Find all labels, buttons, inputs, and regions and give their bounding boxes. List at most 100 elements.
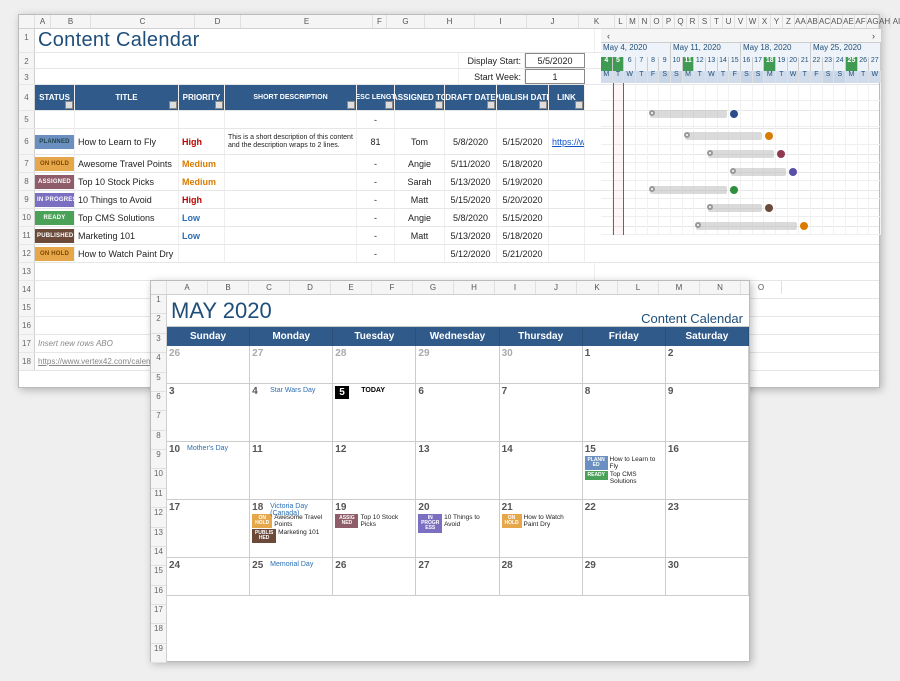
- cell-title[interactable]: Awesome Travel Points: [75, 155, 179, 172]
- col-header-assigned-to[interactable]: ASSIGNED TO: [395, 85, 445, 110]
- cell-title[interactable]: Marketing 101: [75, 227, 179, 244]
- cell-description[interactable]: [225, 245, 357, 262]
- calendar-day[interactable]: 13: [416, 442, 499, 500]
- calendar-day[interactable]: 22: [583, 500, 666, 558]
- calendar-day[interactable]: 5TODAY: [333, 384, 416, 442]
- cell-assigned[interactable]: Angie: [395, 155, 445, 172]
- cell-draft-date[interactable]: 5/15/2020: [445, 191, 497, 208]
- calendar-day[interactable]: 16: [666, 442, 749, 500]
- cell-publish-date[interactable]: 5/18/2020: [497, 155, 549, 172]
- calendar-day[interactable]: 27: [250, 346, 333, 384]
- calendar-day[interactable]: 2: [666, 346, 749, 384]
- cell-assigned[interactable]: Matt: [395, 191, 445, 208]
- calendar-day[interactable]: 29: [416, 346, 499, 384]
- calendar-day[interactable]: 7: [500, 384, 583, 442]
- cell-draft-date[interactable]: 5/8/2020: [445, 129, 497, 154]
- calendar-day[interactable]: 24: [167, 558, 250, 596]
- cell-assigned[interactable]: [395, 245, 445, 262]
- calendar-day[interactable]: 15PLANN EDHow to Learn to FlyREADYTop CM…: [583, 442, 666, 500]
- calendar-event[interactable]: ASSIG NEDTop 10 Stock Picks: [335, 514, 413, 528]
- calendar-day[interactable]: 21ON HOLDHow to Watch Paint Dry: [500, 500, 583, 558]
- filter-dropdown-icon[interactable]: [215, 101, 223, 109]
- cell-priority[interactable]: Medium: [179, 155, 225, 172]
- cell-length[interactable]: -: [357, 245, 395, 262]
- filter-dropdown-icon[interactable]: [347, 101, 355, 109]
- display-start-input[interactable]: 5/5/2020: [525, 53, 585, 68]
- calendar-day[interactable]: 14: [500, 442, 583, 500]
- cell-assigned[interactable]: Matt: [395, 227, 445, 244]
- cell-length[interactable]: -: [357, 173, 395, 190]
- cell-description[interactable]: [225, 155, 357, 172]
- cell-priority[interactable]: Low: [179, 209, 225, 226]
- calendar-day[interactable]: 6: [416, 384, 499, 442]
- cell-length[interactable]: -: [357, 209, 395, 226]
- cell-assigned[interactable]: Tom: [395, 129, 445, 154]
- filter-dropdown-icon[interactable]: [539, 101, 547, 109]
- calendar-day[interactable]: 19ASSIG NEDTop 10 Stock Picks: [333, 500, 416, 558]
- cell-length[interactable]: -: [357, 155, 395, 172]
- filter-dropdown-icon[interactable]: [487, 101, 495, 109]
- calendar-day[interactable]: 8: [583, 384, 666, 442]
- cell-priority[interactable]: Low: [179, 227, 225, 244]
- filter-dropdown-icon[interactable]: [435, 101, 443, 109]
- cell-assigned[interactable]: Sarah: [395, 173, 445, 190]
- cell-description[interactable]: [225, 209, 357, 226]
- calendar-day[interactable]: 30: [666, 558, 749, 596]
- cell-title[interactable]: Top 10 Stock Picks: [75, 173, 179, 190]
- col-header-link[interactable]: LINK: [549, 85, 585, 110]
- calendar-day[interactable]: 28: [500, 558, 583, 596]
- calendar-event[interactable]: IN PROGR ESS10 Things to Avoid: [418, 514, 496, 533]
- col-header-draft-date[interactable]: DRAFT DATE: [445, 85, 497, 110]
- footer-link[interactable]: https://www.vertex42.com/calendar: [38, 357, 162, 366]
- col-header-priority[interactable]: PRIORITY: [179, 85, 225, 110]
- calendar-day[interactable]: 3: [167, 384, 250, 442]
- cell-description[interactable]: This is a short description of this cont…: [225, 129, 357, 154]
- cell-priority[interactable]: Medium: [179, 173, 225, 190]
- col-header-desc-length[interactable]: DESC LENGTH: [357, 85, 395, 110]
- calendar-day[interactable]: 4Star Wars Day: [250, 384, 333, 442]
- cell-publish-date[interactable]: 5/18/2020: [497, 227, 549, 244]
- cell-length[interactable]: -: [357, 191, 395, 208]
- col-header-publish-date[interactable]: PUBLISH DATE: [497, 85, 549, 110]
- calendar-event[interactable]: PUBLIS HEDMarketing 101: [252, 529, 330, 543]
- filter-dropdown-icon[interactable]: [169, 101, 177, 109]
- cell-assigned[interactable]: Angie: [395, 209, 445, 226]
- calendar-day[interactable]: 12: [333, 442, 416, 500]
- cell-publish-date[interactable]: 5/15/2020: [497, 209, 549, 226]
- start-week-input[interactable]: 1: [525, 69, 585, 84]
- cell-title[interactable]: How to Watch Paint Dry: [75, 245, 179, 262]
- cell-draft-date[interactable]: 5/11/2020: [445, 155, 497, 172]
- calendar-day[interactable]: 28: [333, 346, 416, 384]
- cell-draft-date[interactable]: 5/13/2020: [445, 227, 497, 244]
- calendar-day[interactable]: 29: [583, 558, 666, 596]
- filter-dropdown-icon[interactable]: [65, 101, 73, 109]
- cell-description[interactable]: [225, 173, 357, 190]
- cell-title[interactable]: 10 Things to Avoid: [75, 191, 179, 208]
- cell-priority[interactable]: [179, 245, 225, 262]
- gantt-prev-button[interactable]: ‹: [607, 31, 610, 41]
- cell-title[interactable]: Top CMS Solutions: [75, 209, 179, 226]
- cell-length[interactable]: -: [357, 227, 395, 244]
- calendar-day[interactable]: 27: [416, 558, 499, 596]
- calendar-day[interactable]: 9: [666, 384, 749, 442]
- filter-dropdown-icon[interactable]: [385, 101, 393, 109]
- cell-link[interactable]: [549, 191, 585, 208]
- cell-publish-date[interactable]: 5/15/2020: [497, 129, 549, 154]
- calendar-day[interactable]: 20IN PROGR ESS10 Things to Avoid: [416, 500, 499, 558]
- cell-link[interactable]: [549, 173, 585, 190]
- calendar-day[interactable]: 25Memorial Day: [250, 558, 333, 596]
- calendar-event[interactable]: PLANN EDHow to Learn to Fly: [585, 456, 663, 470]
- cell-draft-date[interactable]: 5/13/2020: [445, 173, 497, 190]
- calendar-day[interactable]: 26: [167, 346, 250, 384]
- cell-description[interactable]: [225, 227, 357, 244]
- filter-dropdown-icon[interactable]: [575, 101, 583, 109]
- cell-publish-date[interactable]: 5/20/2020: [497, 191, 549, 208]
- cell-description[interactable]: [225, 191, 357, 208]
- cell-draft-date[interactable]: 5/12/2020: [445, 245, 497, 262]
- cell-link[interactable]: https://ww: [549, 129, 585, 154]
- cell-priority[interactable]: High: [179, 129, 225, 154]
- cell-publish-date[interactable]: 5/19/2020: [497, 173, 549, 190]
- calendar-event[interactable]: READYTop CMS Solutions: [585, 471, 663, 485]
- calendar-day[interactable]: 17: [167, 500, 250, 558]
- cell-length[interactable]: 81: [357, 129, 395, 154]
